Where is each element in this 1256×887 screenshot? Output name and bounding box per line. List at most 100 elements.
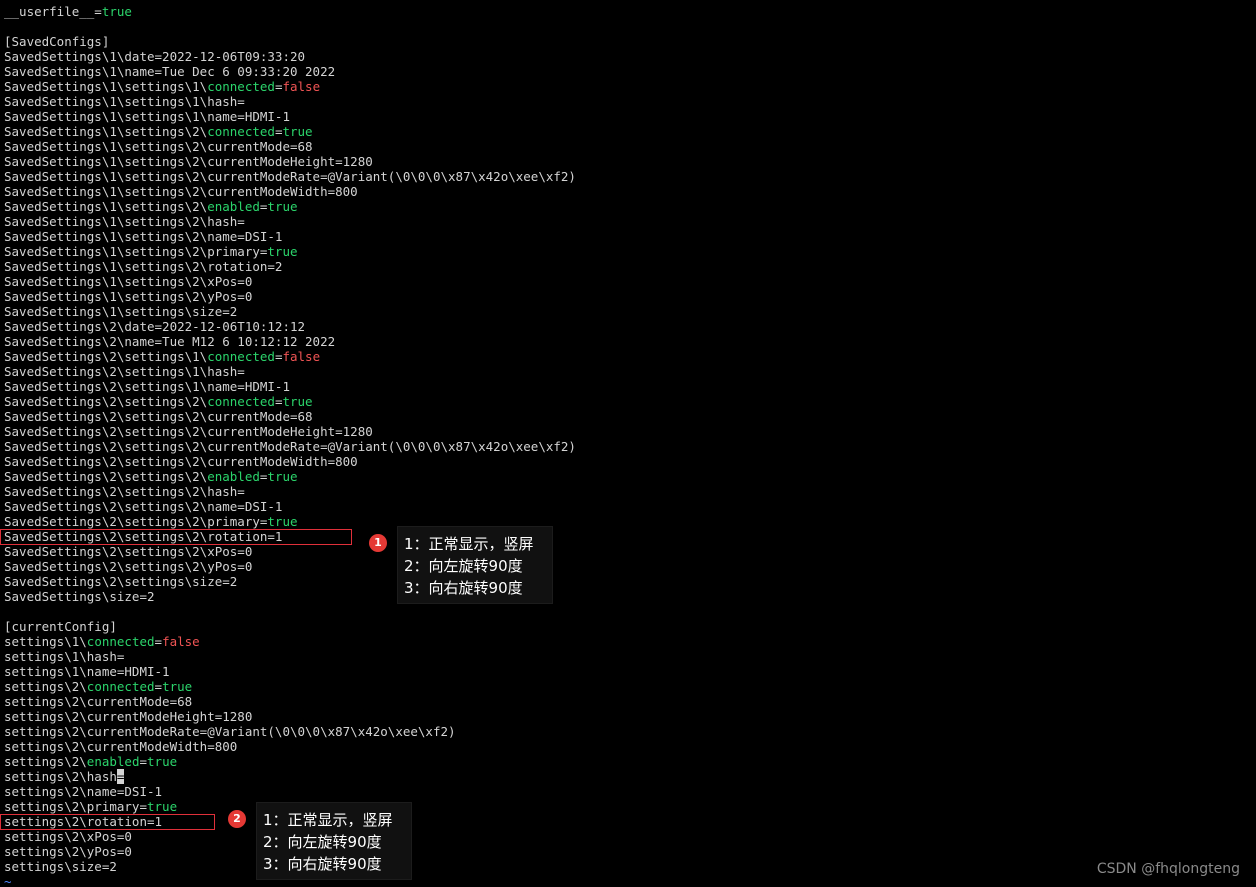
terminal-line: SavedSettings\2\settings\1\connected=fal… [4,349,576,364]
terminal-line-token: SavedSettings\size=2 [4,589,155,604]
terminal-window[interactable]: __userfile__=true [SavedConfigs] SavedSett… [0,0,1256,887]
terminal-line-token: SavedSettings\1\settings\2\ [4,124,208,139]
terminal-line: SavedSettings\2\settings\2\currentModeHe… [4,424,576,439]
terminal-line-token: SavedSettings\2\name=Tue M12 6 10:12:12 … [4,334,336,349]
terminal-line: settings\2\currentModeHeight=1280 [4,709,576,724]
terminal-line-token: [currentConfig] [4,619,117,634]
terminal-line-token: SavedSettings\1\settings\1\name=HDMI-1 [4,109,290,124]
terminal-line: settings\1\hash= [4,649,576,664]
terminal-line-token: = [154,679,163,694]
terminal-line: settings\2\connected=true [4,679,576,694]
terminal-line: SavedSettings\1\settings\2\currentModeRa… [4,169,576,184]
terminal-line-token: settings\2\currentModeHeight=1280 [4,709,253,724]
terminal-line-token: true [147,799,178,814]
terminal-line-token: connected [207,394,275,409]
terminal-line-token: SavedSettings\1\settings\2\ [4,199,208,214]
terminal-line-token: SavedSettings\2\settings\2\primary= [4,514,268,529]
terminal-line: SavedSettings\1\settings\2\name=DSI-1 [4,229,576,244]
annotation-note-2-line: 3：向右旋转90度 [263,855,382,873]
terminal-line: SavedSettings\1\settings\1\name=HDMI-1 [4,109,576,124]
terminal-line-token: SavedSettings\1\settings\2\hash= [4,214,245,229]
terminal-line: SavedSettings\1\settings\2\yPos=0 [4,289,576,304]
terminal-line: SavedSettings\1\settings\2\connected=tru… [4,124,576,139]
terminal-line-token: SavedSettings\2\settings\2\currentMode=6… [4,409,313,424]
terminal-line-token: [SavedConfigs] [4,34,110,49]
terminal-line: SavedSettings\1\settings\2\xPos=0 [4,274,576,289]
terminal-line-token: enabled [207,199,260,214]
terminal-line: SavedSettings\2\name=Tue M12 6 10:12:12 … [4,334,576,349]
terminal-line-token: connected [207,124,275,139]
terminal-line: settings\2\currentMode=68 [4,694,576,709]
terminal-line-token: SavedSettings\2\settings\1\name=HDMI-1 [4,379,290,394]
terminal-line-token: SavedSettings\1\name=Tue Dec 6 09:33:20 … [4,64,336,79]
terminal-line: SavedSettings\1\settings\2\currentMode=6… [4,139,576,154]
terminal-line-token: settings\2\ [4,679,87,694]
terminal-line-token: SavedSettings\1\settings\2\rotation=2 [4,259,283,274]
terminal-line-token: SavedSettings\1\settings\1\ [4,79,208,94]
terminal-line-token: connected [86,679,155,694]
terminal-line-token: true [267,514,298,529]
terminal-line-token: true [282,124,313,139]
terminal-line-token: settings\2\name=DSI-1 [4,784,163,799]
terminal-line-token: SavedSettings\2\settings\2\currentModeRa… [4,439,576,454]
annotation-note-1-line: 2：向左旋转90度 [404,557,523,575]
terminal-line-token: SavedSettings\2\settings\2\ [4,394,208,409]
terminal-line: SavedSettings\1\name=Tue Dec 6 09:33:20 … [4,64,576,79]
terminal-line-token: true [267,199,298,214]
terminal-line-token: connected [86,634,155,649]
terminal-line-token: connected [207,349,275,364]
terminal-line-token: false [162,634,200,649]
terminal-line-token: true [267,469,298,484]
terminal-line: SavedSettings\1\settings\2\currentModeWi… [4,184,576,199]
terminal-line-token: settings\1\ [4,634,87,649]
terminal-line-token: settings\2\currentModeWidth=800 [4,739,238,754]
terminal-line: SavedSettings\2\settings\1\name=HDMI-1 [4,379,576,394]
highlight-box-2 [0,814,215,830]
terminal-text-area[interactable]: __userfile__=true [SavedConfigs] SavedSett… [4,4,576,887]
terminal-line-token: true [101,4,132,19]
terminal-line-token: settings\2\xPos=0 [4,829,132,844]
terminal-line-token: settings\2\ [4,754,87,769]
terminal-line: settings\2\currentModeRate=@Variant(\0\0… [4,724,576,739]
terminal-line-token: = [154,634,163,649]
terminal-line-token: SavedSettings\1\settings\2\currentModeWi… [4,184,358,199]
terminal-line-token: = [139,754,148,769]
terminal-line-token: SavedSettings\1\settings\1\hash= [4,94,245,109]
annotation-note-1-line: 1：正常显示，竖屏 [404,535,534,553]
terminal-line: settings\2\currentModeWidth=800 [4,739,576,754]
terminal-line-token: settings\2\currentModeRate=@Variant(\0\0… [4,724,456,739]
terminal-line-token: settings\1\hash= [4,649,125,664]
annotation-badge-1: 1 [369,534,387,552]
terminal-line-token: SavedSettings\2\settings\size=2 [4,574,238,589]
terminal-line-token: settings\2\hash [4,769,117,784]
terminal-line-token: SavedSettings\1\settings\2\currentMode=6… [4,139,313,154]
terminal-line-token: SavedSettings\2\date=2022-12-06T10:12:12 [4,319,306,334]
annotation-note-2-line: 2：向左旋转90度 [263,833,382,851]
terminal-line-token: true [282,394,313,409]
terminal-line: SavedSettings\2\settings\2\currentMode=6… [4,409,576,424]
terminal-line-token: SavedSettings\2\settings\2\currentModeHe… [4,424,373,439]
annotation-note-2-line: 1：正常显示，竖屏 [263,811,393,829]
terminal-line-token: SavedSettings\2\settings\2\currentModeWi… [4,454,358,469]
annotation-note-1: 1：正常显示，竖屏 2：向左旋转90度 3：向右旋转90度 [397,526,553,604]
terminal-line: SavedSettings\1\settings\2\primary=true [4,244,576,259]
terminal-line-token: settings\2\currentMode=68 [4,694,193,709]
annotation-note-2: 1：正常显示，竖屏 2：向左旋转90度 3：向右旋转90度 [256,802,412,880]
terminal-line: SavedSettings\1\settings\2\enabled=true [4,199,576,214]
terminal-line: SavedSettings\2\settings\2\name=DSI-1 [4,499,576,514]
terminal-line: SavedSettings\1\settings\2\rotation=2 [4,259,576,274]
terminal-line: SavedSettings\2\settings\2\currentModeWi… [4,454,576,469]
terminal-line-token: false [282,349,321,364]
terminal-line: SavedSettings\2\settings\2\connected=tru… [4,394,576,409]
terminal-line-token: __userfile__= [4,4,102,19]
terminal-line-token: SavedSettings\2\settings\2\yPos=0 [4,559,253,574]
terminal-line: settings\2\enabled=true [4,754,576,769]
terminal-line-token: SavedSettings\1\settings\2\currentModeRa… [4,169,576,184]
terminal-line: SavedSettings\1\date=2022-12-06T09:33:20 [4,49,576,64]
terminal-line-token: connected [207,79,275,94]
terminal-line-token: SavedSettings\2\settings\2\hash= [4,484,245,499]
terminal-line: SavedSettings\2\settings\2\hash= [4,484,576,499]
terminal-line-token: settings\2\yPos=0 [4,844,132,859]
